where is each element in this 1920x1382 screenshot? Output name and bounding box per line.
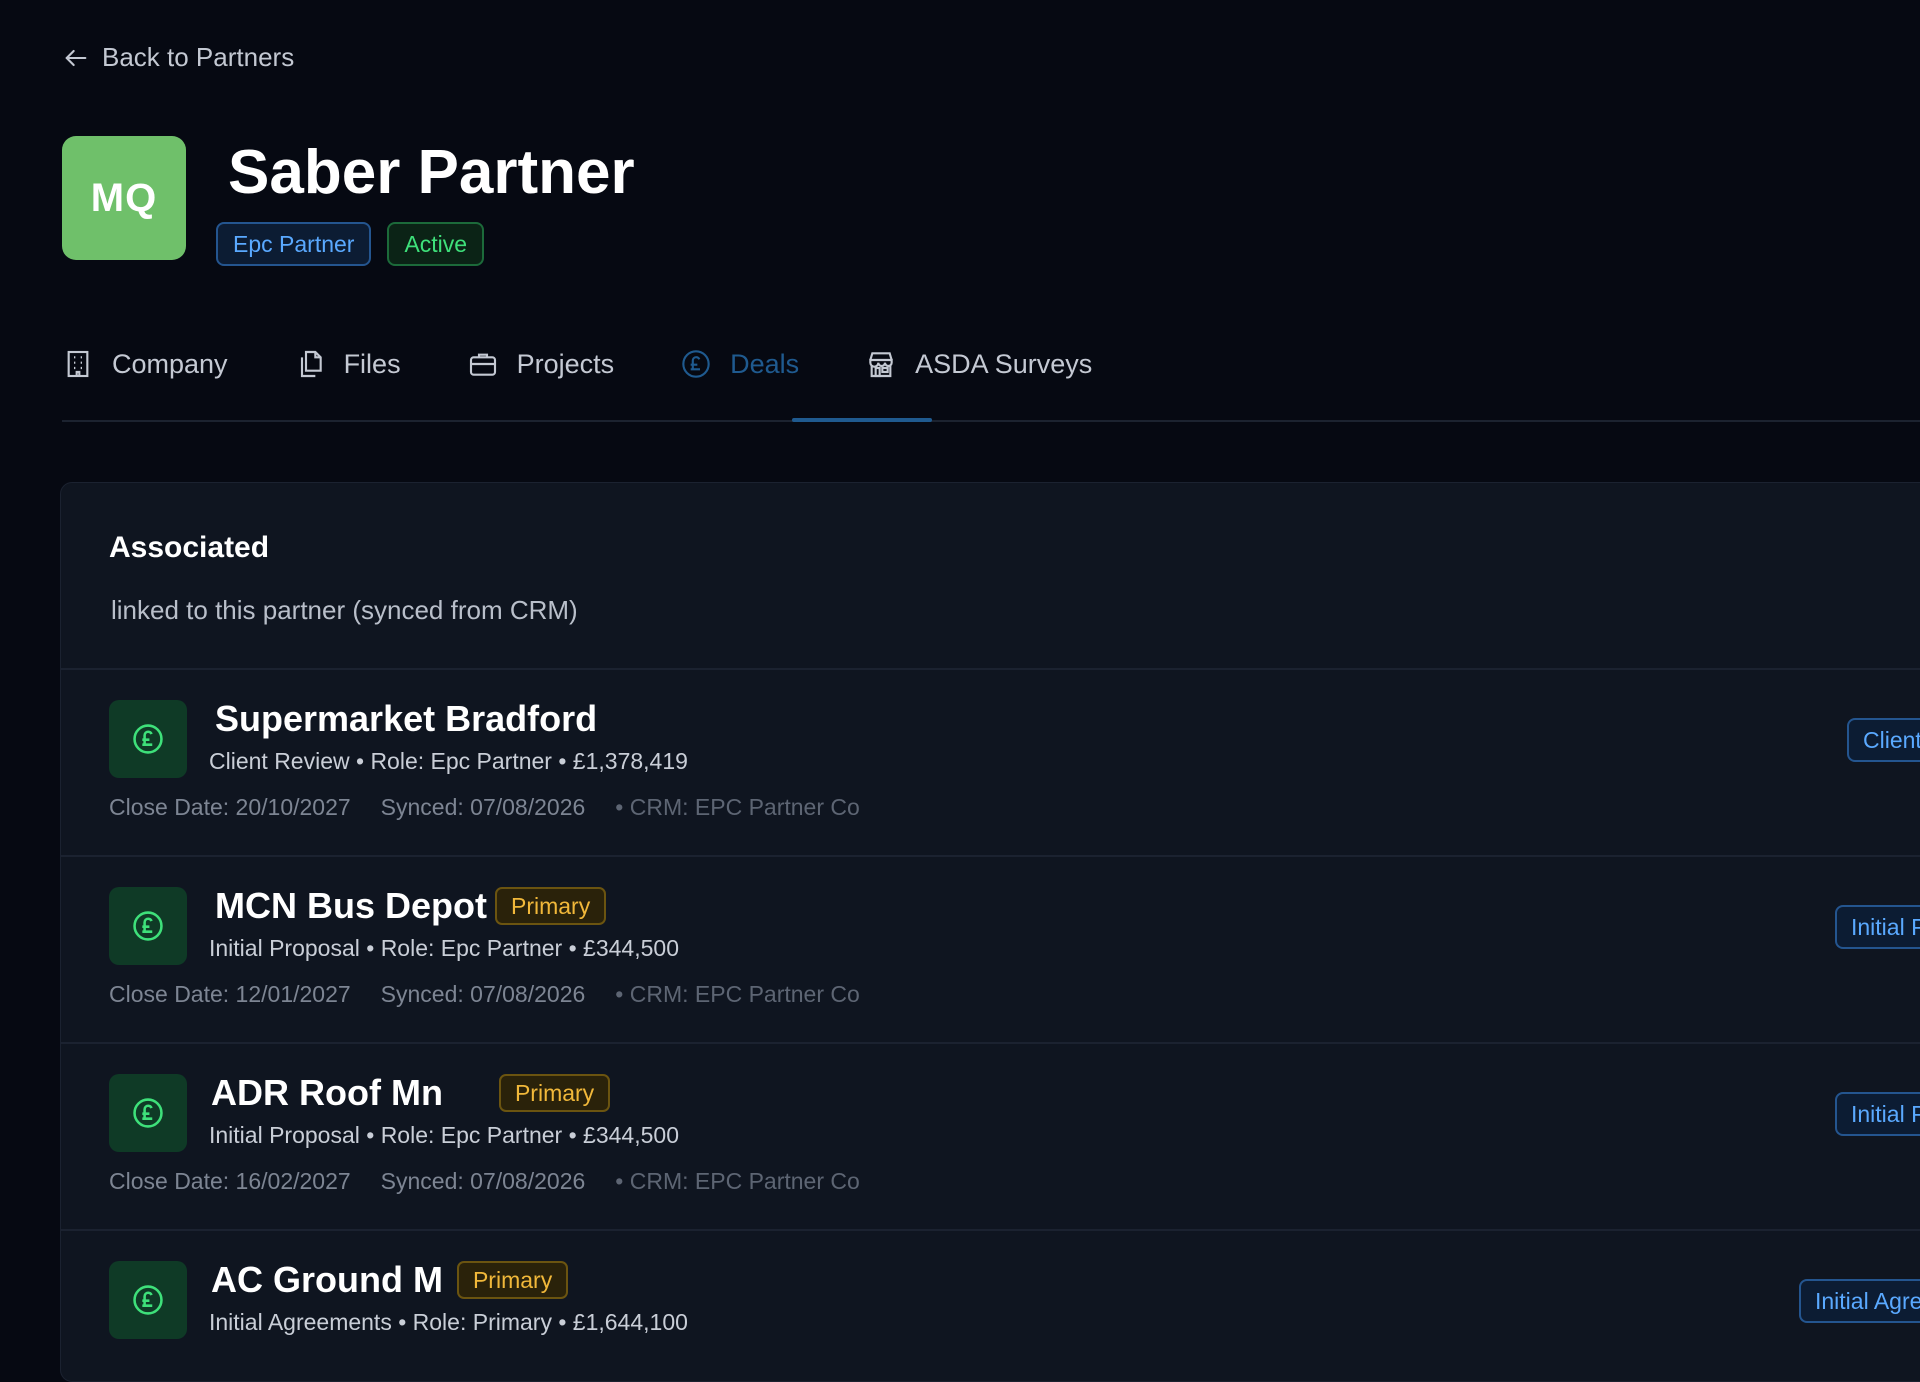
tab-bar: Company Files Projects Deals ASDA Survey… [62, 330, 1920, 422]
deal-title: MCN Bus Depot [215, 885, 487, 926]
deal-meta: Initial Agreements • Role: Primary • £1,… [209, 1309, 688, 1335]
deal-icon-box [109, 1261, 187, 1339]
partner-header: MQ Saber Partner Epc Partner Active [62, 136, 635, 266]
building-icon [67, 350, 89, 378]
deal-stage-badge[interactable]: Initial Agre [1799, 1279, 1920, 1323]
tab-asda-surveys[interactable]: ASDA Surveys [865, 330, 1092, 398]
deal-icon-box [109, 1074, 187, 1152]
deal-title-line: Supermarket Bradford [215, 698, 597, 740]
active-tab-indicator [792, 418, 932, 422]
store-icon [869, 352, 893, 378]
deal-synced: Synced: 07/08/2026 [380, 981, 586, 1007]
partner-badges: Epc Partner Active [216, 222, 635, 266]
deal-row[interactable]: MCN Bus Depot Primary Initial Proposal •… [61, 857, 1920, 1044]
pound-icon [133, 1098, 163, 1128]
deal-title: AC Ground M [211, 1259, 443, 1300]
page-title: Saber Partner [228, 138, 635, 207]
deal-icon-box [109, 700, 187, 778]
primary-badge: Primary [456, 1261, 569, 1299]
deal-footer: Close Date: 16/02/2027 Synced: 07/08/202… [109, 1168, 860, 1195]
deal-crm: • CRM: EPC Partner Co [615, 794, 860, 820]
partner-avatar: MQ [62, 136, 186, 260]
tab-deals[interactable]: Deals [680, 330, 799, 398]
deal-row[interactable]: AC Ground M Primary Initial Agreements •… [61, 1231, 1920, 1381]
files-icon [300, 350, 322, 378]
tab-company-label: Company [112, 348, 228, 379]
deal-title-line: AC Ground M Primary [211, 1259, 569, 1301]
primary-badge: Primary [495, 887, 607, 925]
deal-row[interactable]: ADR Roof Mn Primary Initial Proposal • R… [61, 1044, 1920, 1231]
panel-subtitle: linked to this partner (synced from CRM) [111, 595, 578, 625]
deal-title: Supermarket Bradford [215, 698, 598, 739]
deal-title: ADR Roof Mn [211, 1072, 443, 1113]
tab-projects[interactable]: Projects [467, 330, 615, 398]
tab-files-label: Files [343, 348, 401, 379]
deal-title-line: MCN Bus Depot Primary [215, 885, 607, 927]
deal-stage-badge[interactable]: Initial P [1835, 905, 1920, 949]
tab-deals-label: Deals [730, 348, 800, 379]
deal-synced: Synced: 07/08/2026 [380, 1168, 586, 1194]
tab-company[interactable]: Company [62, 330, 228, 398]
deal-row[interactable]: Supermarket Bradford Client Review • Rol… [61, 670, 1920, 857]
pound-icon [133, 724, 163, 754]
partner-type-badge: Epc Partner [216, 222, 372, 266]
deal-meta: Initial Proposal • Role: Epc Partner • £… [209, 935, 679, 961]
deal-close-date: Close Date: 16/02/2027 [109, 1168, 351, 1194]
panel-title: Associated [109, 531, 270, 564]
tab-files[interactable]: Files [294, 330, 401, 398]
deal-crm: • CRM: EPC Partner Co [615, 1168, 860, 1194]
briefcase-icon [469, 353, 496, 376]
pound-icon [682, 350, 710, 378]
primary-badge: Primary [498, 1074, 611, 1112]
deal-title-line: ADR Roof Mn Primary [211, 1072, 611, 1114]
partner-info: Saber Partner Epc Partner Active [216, 136, 635, 266]
deal-meta: Client Review • Role: Epc Partner • £1,3… [209, 748, 688, 774]
deal-stage-badge[interactable]: Client [1847, 718, 1920, 762]
deal-close-date: Close Date: 20/10/2027 [109, 794, 351, 820]
deal-footer: Close Date: 12/01/2027 Synced: 07/08/202… [109, 981, 860, 1008]
pound-icon [133, 1285, 163, 1315]
tab-projects-label: Projects [516, 348, 615, 379]
arrow-left-icon [65, 49, 87, 66]
deal-stage-badge[interactable]: Initial P [1835, 1092, 1920, 1136]
deal-footer: Close Date: 20/10/2027 Synced: 07/08/202… [109, 794, 860, 821]
deal-meta: Initial Proposal • Role: Epc Partner • £… [209, 1122, 679, 1148]
back-label: Back to Partners [102, 42, 295, 72]
deal-icon-box [109, 887, 187, 965]
associated-deals-panel: Associated linked to this partner (synce… [60, 482, 1920, 1382]
back-to-partners-link[interactable]: Back to Partners [62, 42, 294, 73]
deal-synced: Synced: 07/08/2026 [380, 794, 586, 820]
tab-asda-surveys-label: ASDA Surveys [915, 348, 1093, 379]
deal-close-date: Close Date: 12/01/2027 [109, 981, 351, 1007]
pound-icon [133, 911, 163, 941]
panel-header: Associated linked to this partner (synce… [61, 483, 1920, 670]
deal-crm: • CRM: EPC Partner Co [615, 981, 860, 1007]
status-badge: Active [387, 222, 485, 266]
